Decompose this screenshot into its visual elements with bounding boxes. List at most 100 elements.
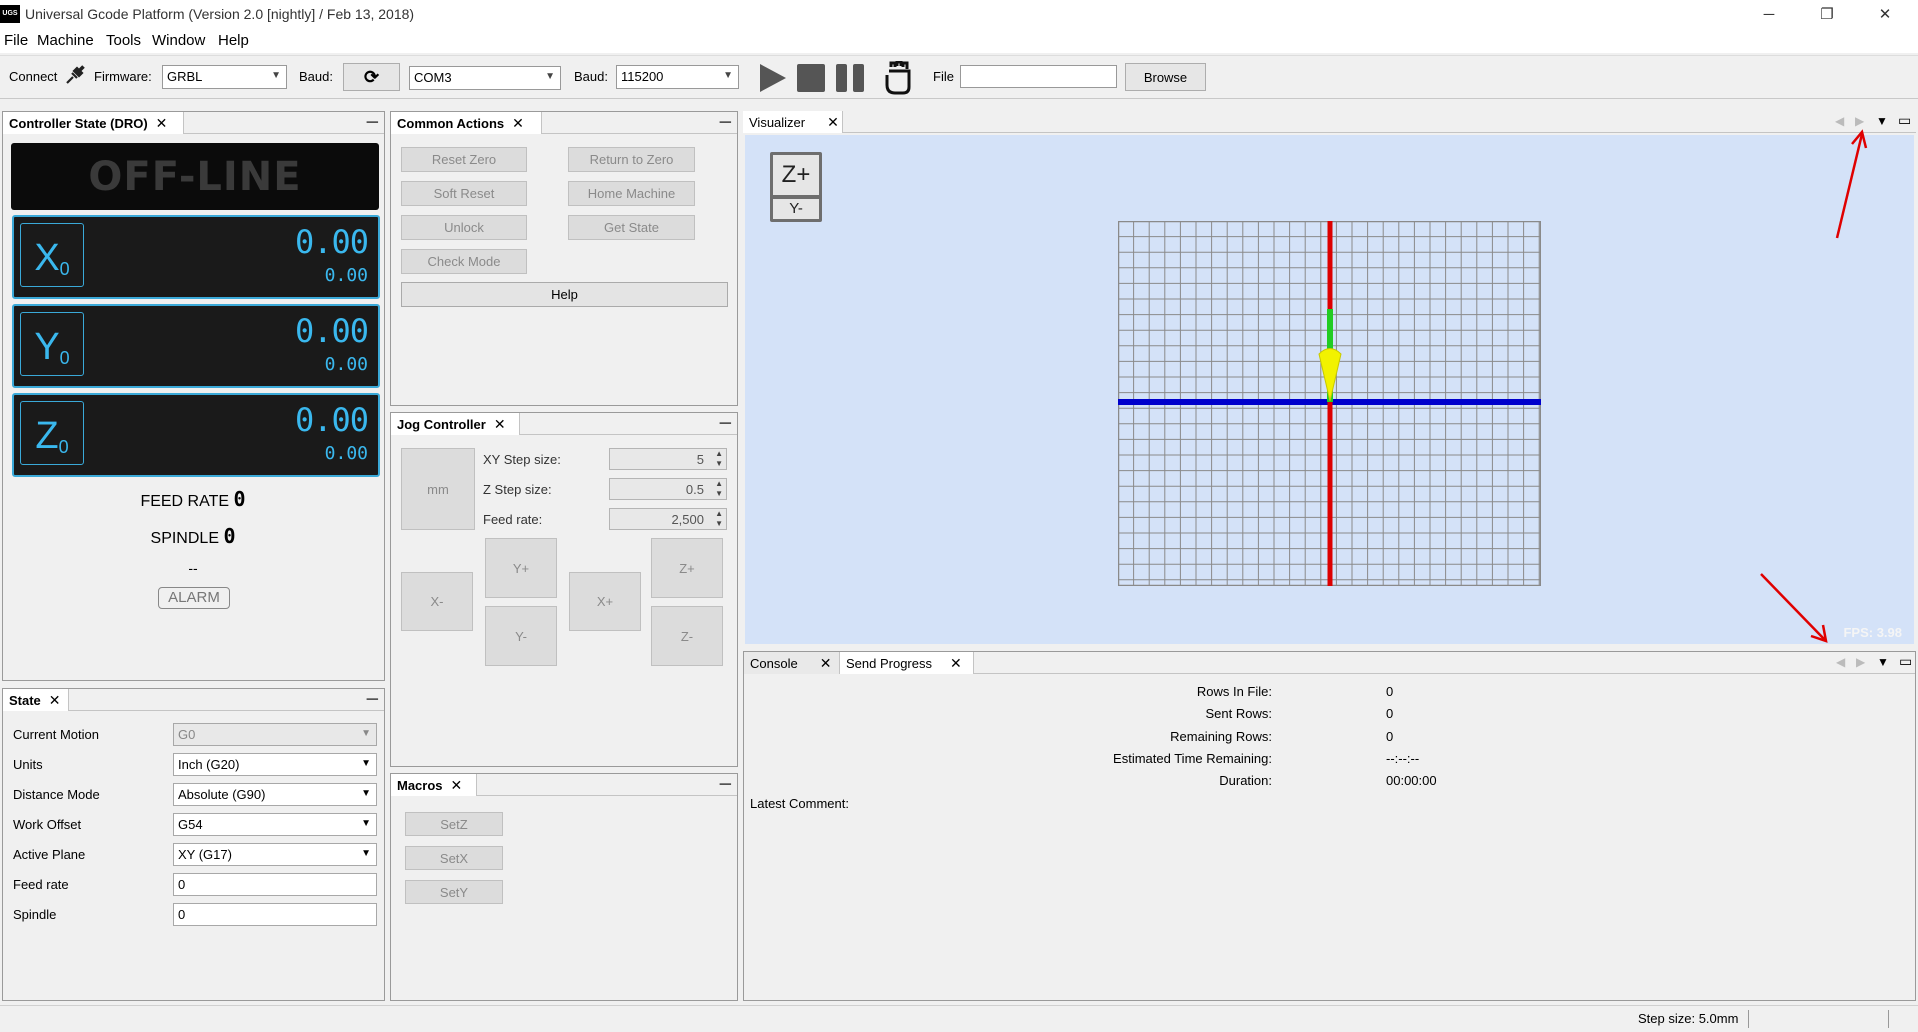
jog-x-plus-button[interactable]: X+ [569,572,641,631]
menu-machine[interactable]: Machine [37,32,94,49]
file-label: File [933,69,954,84]
home-machine-button[interactable]: Home Machine [568,181,695,206]
tab-macros[interactable]: Macros ✕ [391,774,477,796]
baud-label: Baud: [299,69,333,84]
minimize-icon[interactable]: ─ [720,415,731,433]
menu-window[interactable]: Window [152,32,205,49]
spindle-field[interactable]: 0 [173,903,377,926]
minimize-icon[interactable]: ─ [720,776,731,794]
tab-visualizer[interactable]: Visualizer ✕ [743,111,843,133]
close-window-button[interactable]: ✕ [1862,0,1908,28]
state-label-work-offset: Work Offset [13,817,82,832]
play-icon[interactable] [758,62,788,97]
tab-jog-controller-label: Jog Controller [397,416,486,432]
minimize-window-button[interactable]: ─ [1746,0,1792,28]
jog-feed-label: Feed rate: [483,512,543,527]
baud-select[interactable]: 115200 ▼ [616,65,739,89]
tab-visualizer-label: Visualizer [749,114,806,130]
feed-rate-field[interactable]: 0 [173,873,377,896]
maximize-icon[interactable]: ▭ [1898,112,1911,129]
spinner-arrows-icon[interactable]: ▲ ▼ [715,479,723,499]
get-state-button[interactable]: Get State [568,215,695,240]
menu-file[interactable]: File [4,32,28,49]
jog-z-minus-button[interactable]: Z- [651,606,723,666]
return-to-zero-button[interactable]: Return to Zero [568,147,695,172]
close-icon[interactable]: ✕ [512,115,524,132]
port-select[interactable]: COM3 ▼ [409,66,561,90]
jog-unit-toggle-button[interactable]: mm [401,448,475,530]
scroll-right-icon[interactable]: ▶ [1856,655,1865,669]
distance-mode-select[interactable]: Absolute (G90) ▼ [173,783,377,806]
maximize-window-button[interactable]: ❐ [1804,0,1850,28]
reset-zero-button[interactable]: Reset Zero [401,147,527,172]
tab-jog-controller[interactable]: Jog Controller ✕ [391,413,520,435]
axis-y-zero-button[interactable]: Y0 [20,312,84,376]
menu-help[interactable]: Help [218,32,249,49]
close-icon[interactable]: ✕ [820,655,832,672]
axis-x-zero-button[interactable]: X0 [20,223,84,287]
tab-console-label: Console [750,655,798,671]
z-step-size-spinner[interactable]: 0.5 ▲ ▼ [609,478,727,500]
baud-value: 115200 [621,69,664,84]
workspace-grid [1118,221,1541,586]
menu-tools[interactable]: Tools [106,32,141,49]
maximize-icon[interactable]: ▭ [1899,653,1912,670]
tab-send-progress[interactable]: Send Progress ✕ [840,652,974,674]
fps-counter: FPS: 3.98 [1843,625,1902,640]
pause-icon[interactable] [834,62,866,97]
view-cube-top-face[interactable]: Z+ [773,155,819,195]
close-icon[interactable]: ✕ [451,777,463,794]
view-cube[interactable]: Z+ Y- [770,152,822,222]
axis-x-sub: 0 [59,259,70,279]
soft-reset-button[interactable]: Soft Reset [401,181,527,206]
close-icon[interactable]: ✕ [950,655,962,672]
firmware-select[interactable]: GRBL ▼ [162,65,287,89]
tab-dro[interactable]: Controller State (DRO) ✕ [3,112,184,134]
macro-setz-button[interactable]: SetZ [405,812,503,836]
tab-state[interactable]: State ✕ [3,689,69,711]
macro-setx-button[interactable]: SetX [405,846,503,870]
help-button[interactable]: Help [401,282,728,307]
close-icon[interactable]: ✕ [827,114,839,131]
file-path-input[interactable] [960,65,1117,88]
connect-plug-icon[interactable] [64,64,86,89]
minimize-icon[interactable]: ─ [367,691,378,709]
visualizer-canvas[interactable]: Z+ Y- FPS: 3.98 [745,135,1914,644]
close-icon[interactable]: ✕ [49,692,61,709]
minimize-icon[interactable]: ─ [367,114,378,132]
spinner-arrows-icon[interactable]: ▲ ▼ [715,509,723,529]
jog-z-plus-button[interactable]: Z+ [651,538,723,598]
active-plane-select[interactable]: XY (G17) ▼ [173,843,377,866]
jog-feed-value: 2,500 [671,512,704,527]
tab-send-progress-label: Send Progress [846,655,932,671]
axis-z-zero-button[interactable]: Z0 [20,401,84,465]
emergency-stop-icon[interactable] [883,60,913,98]
spinner-arrows-icon[interactable]: ▲ ▼ [715,449,723,469]
jog-y-minus-button[interactable]: Y- [485,606,557,666]
progress-header: Console ✕ Send Progress ✕ ◀ ▶ ▼ ▭ [744,652,1915,674]
units-select[interactable]: Inch (G20) ▼ [173,753,377,776]
close-icon[interactable]: ✕ [156,115,168,132]
minimize-icon[interactable]: ─ [720,114,731,132]
scroll-left-icon[interactable]: ◀ [1836,655,1845,669]
jog-y-plus-button[interactable]: Y+ [485,538,557,598]
browse-button[interactable]: Browse [1125,63,1206,91]
tab-list-dropdown-icon[interactable]: ▼ [1877,655,1889,669]
work-offset-select[interactable]: G54 ▼ [173,813,377,836]
spindle-value: 0 [223,524,236,548]
jog-feed-rate-spinner[interactable]: 2,500 ▲ ▼ [609,508,727,530]
tab-console[interactable]: Console ✕ [744,652,840,674]
stop-icon[interactable] [795,62,827,97]
xy-step-size-spinner[interactable]: 5 ▲ ▼ [609,448,727,470]
tab-common-actions[interactable]: Common Actions ✕ [391,112,542,134]
close-icon[interactable]: ✕ [494,416,506,433]
macro-sety-button[interactable]: SetY [405,880,503,904]
state-panel-header: State ✕ ─ [3,689,384,711]
jog-x-minus-button[interactable]: X- [401,572,473,631]
unlock-button[interactable]: Unlock [401,215,527,240]
check-mode-button[interactable]: Check Mode [401,249,527,274]
view-cube-front-face[interactable]: Y- [773,199,819,219]
refresh-ports-button[interactable]: ⟳ [343,63,400,91]
pin-state: -- [188,560,198,576]
rows-in-file-label: Rows In File: [1196,684,1272,699]
